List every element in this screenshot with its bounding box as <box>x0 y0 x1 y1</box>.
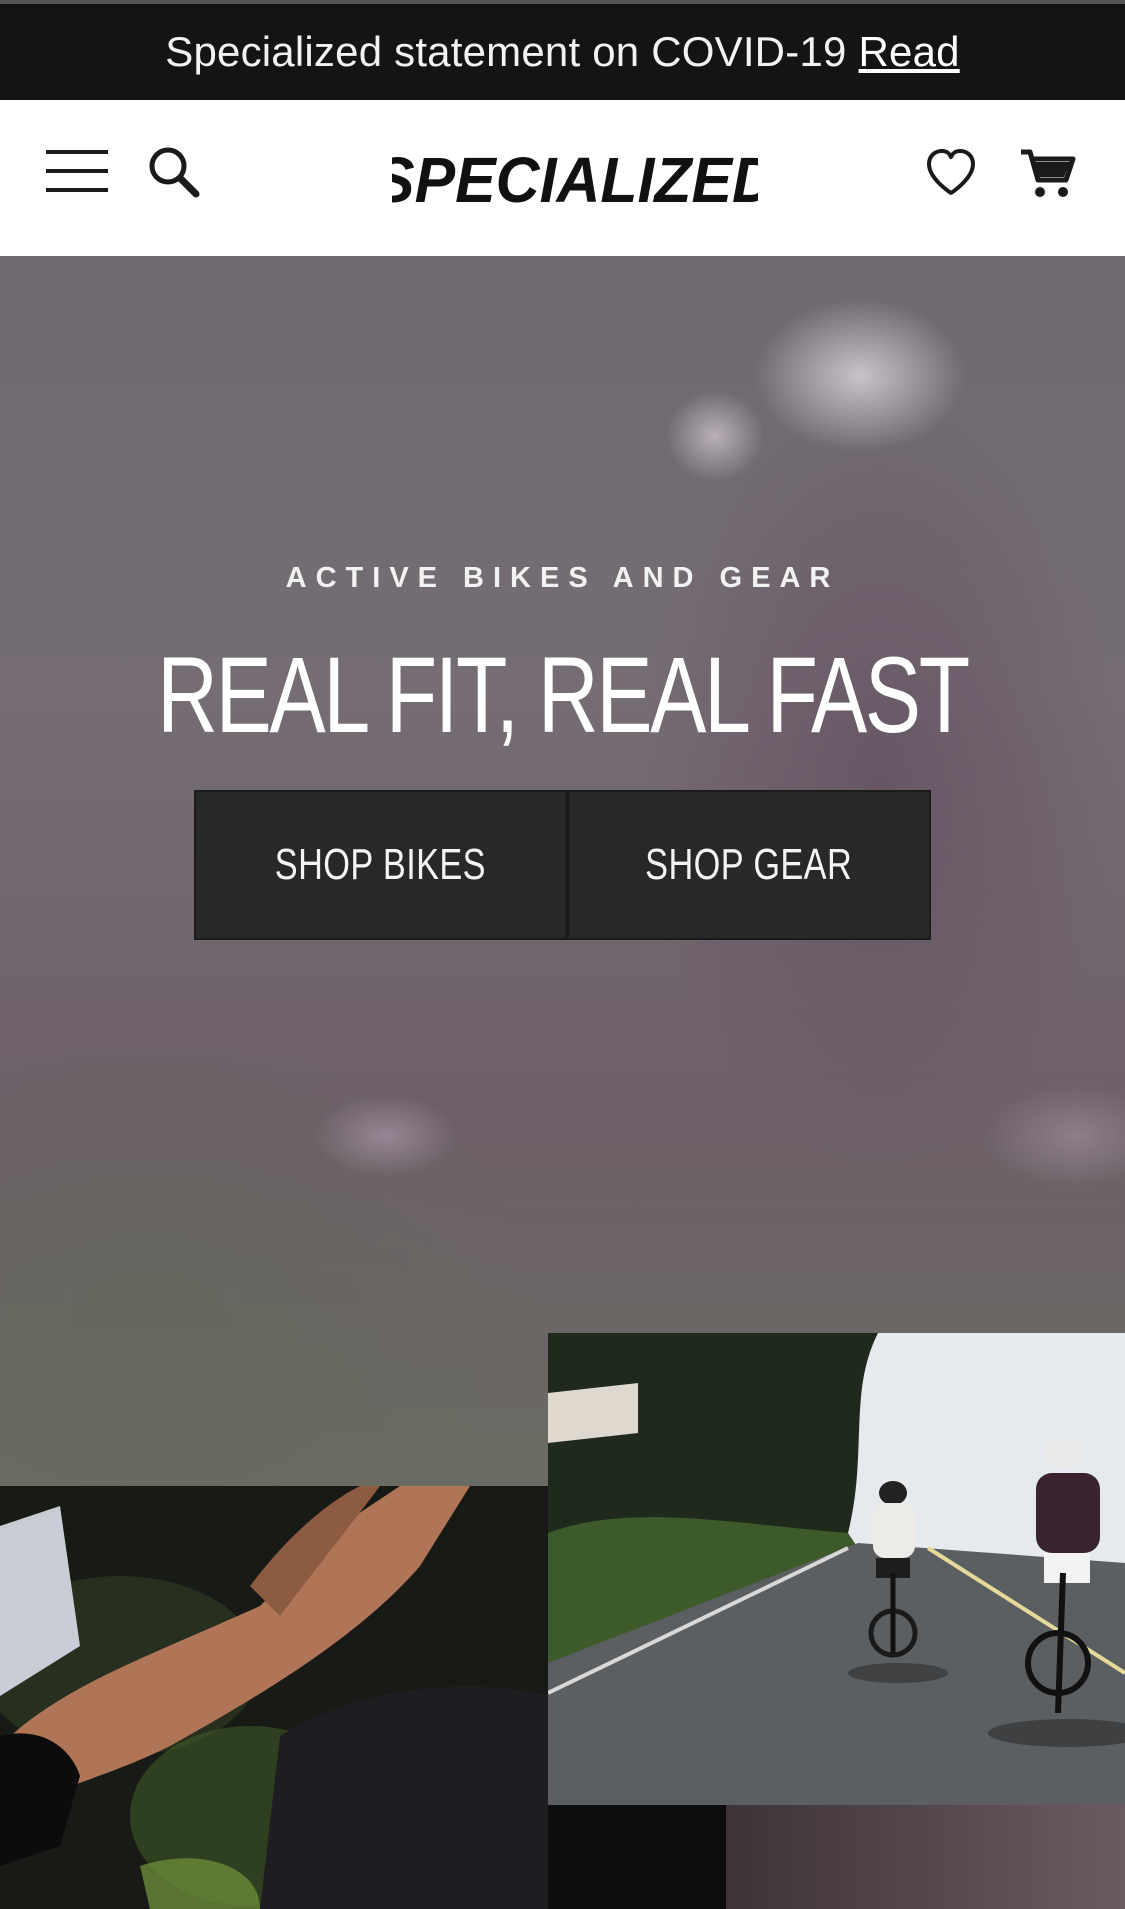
shop-gear-button[interactable]: SHOP GEAR <box>567 790 931 940</box>
purple-image-strip <box>726 1805 1125 1909</box>
dark-image-strip <box>548 1805 726 1909</box>
announcement-text: Specialized statement on COVID-19 <box>165 28 847 75</box>
shop-bikes-button[interactable]: SHOP BIKES <box>194 790 567 940</box>
announcement-read-link[interactable]: Read <box>859 28 960 76</box>
specialized-logo[interactable]: SPECIALIZED <box>392 140 758 218</box>
announcement-bar: Specialized statement on COVID-19 Read <box>0 0 1125 100</box>
hero-eyebrow: ACTIVE BIKES AND GEAR <box>285 562 840 594</box>
heart-icon[interactable] <box>924 146 978 200</box>
shop-bikes-label: SHOP BIKES <box>274 840 487 889</box>
shop-gear-label: SHOP GEAR <box>645 840 853 889</box>
cyclist-closeup-image <box>0 1486 548 1909</box>
hero-headline: REAL FIT, REAL FAST <box>157 634 970 755</box>
logo-wordmark: SPECIALIZED <box>392 145 758 217</box>
hero-banner: ACTIVE BIKES AND GEAR REAL FIT, REAL FAS… <box>0 256 1125 1486</box>
site-header: SPECIALIZED <box>0 100 1125 257</box>
menu-icon[interactable] <box>46 148 108 194</box>
road-cyclists-image <box>548 1333 1125 1805</box>
search-icon[interactable] <box>146 144 202 200</box>
cart-icon[interactable] <box>1018 146 1076 200</box>
